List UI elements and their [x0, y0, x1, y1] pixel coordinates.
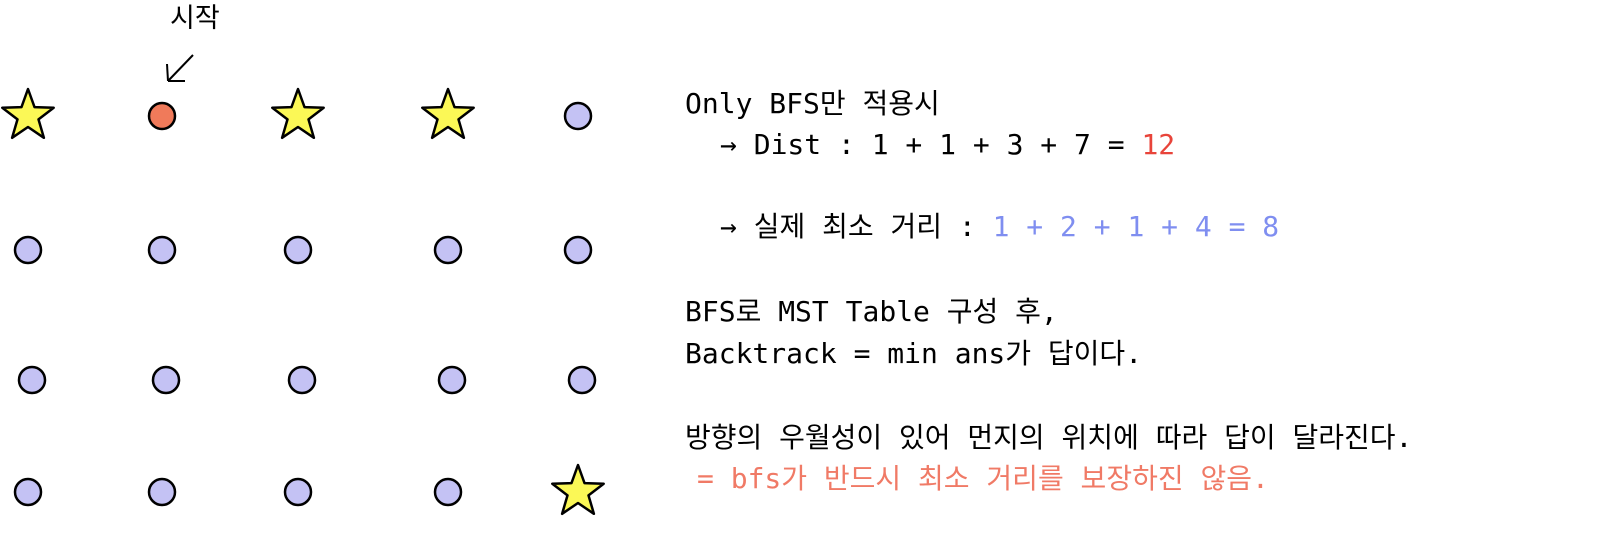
start-arrow-icon	[166, 54, 194, 82]
grid-node	[283, 235, 313, 265]
grid-node	[283, 477, 313, 507]
dist-line: → Dist : 1 + 1 + 3 + 7 = 12	[720, 125, 1175, 165]
actual-prefix: → 실제 최소 거리 :	[720, 210, 993, 243]
grid-node	[151, 365, 181, 395]
grid-node	[433, 235, 463, 265]
bfs-only-heading: Only BFS만 적용시	[685, 87, 940, 120]
start-label: 시작	[170, 3, 220, 34]
grid-node	[563, 235, 593, 265]
grid-node	[433, 477, 463, 507]
direction-line: 방향의 우월성이 있어 먼지의 위치에 따라 답이 달라진다.	[685, 421, 1413, 454]
grid-node	[287, 365, 317, 395]
dust-star-icon	[1, 87, 55, 140]
start-node	[147, 101, 177, 131]
dust-star-icon	[421, 87, 475, 140]
dist-prefix: → Dist : 1 + 1 + 3 + 7 =	[720, 128, 1142, 161]
dist-value: 12	[1141, 128, 1176, 161]
grid-node	[13, 235, 43, 265]
mst-line: BFS로 MST Table 구성 후,	[685, 295, 1058, 328]
actual-distance-line: → 실제 최소 거리 : 1 + 2 + 1 + 4 = 8	[720, 207, 1279, 247]
grid-node	[147, 235, 177, 265]
backtrack-line: Backtrack = min ans가 답이다.	[685, 337, 1143, 370]
dust-star-icon	[551, 463, 605, 516]
grid-node	[567, 365, 597, 395]
grid-node	[563, 101, 593, 131]
grid-node	[147, 477, 177, 507]
actual-value: 1 + 2 + 1 + 4 = 8	[992, 210, 1280, 243]
grid-node	[13, 477, 43, 507]
grid-node	[437, 365, 467, 395]
explanation-notes: Only BFS만 적용시 → Dist : 1 + 1 + 3 + 7 = 1…	[685, 0, 1605, 542]
conclusion-line: = bfs가 반드시 최소 거리를 보장하진 않음.	[697, 462, 1269, 495]
dust-star-icon	[271, 87, 325, 140]
grid-node	[17, 365, 47, 395]
